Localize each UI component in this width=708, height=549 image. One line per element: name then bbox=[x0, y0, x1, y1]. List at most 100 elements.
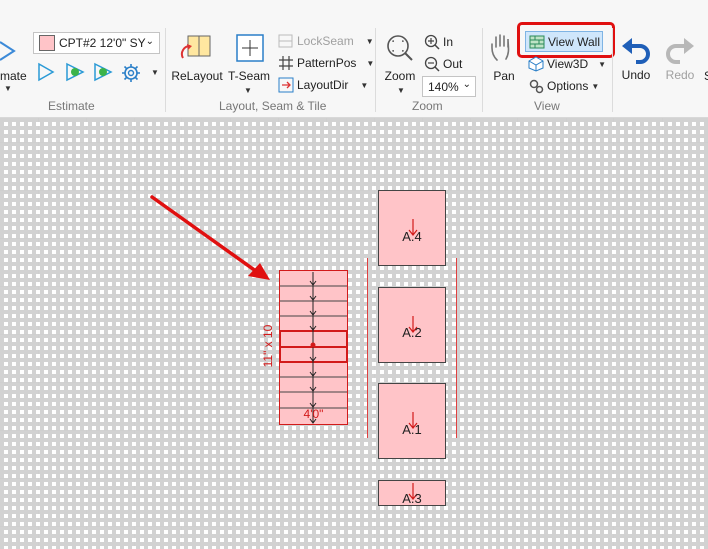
partial-next-label: S bbox=[704, 69, 708, 83]
seam-guide-line bbox=[456, 258, 457, 438]
gear-icon bbox=[122, 64, 140, 82]
piece-label: A.1 bbox=[402, 422, 422, 437]
lockseam-button[interactable]: LockSeam ▼ bbox=[278, 33, 374, 49]
options-gears-icon bbox=[529, 79, 544, 94]
zoom-magnifier-icon bbox=[387, 35, 413, 61]
carpet-selector-value: CPT#2 12'0" SY bbox=[59, 36, 146, 50]
zoom-in-button[interactable]: In bbox=[424, 34, 453, 50]
cube-3d-icon bbox=[528, 56, 544, 72]
grid-line bbox=[0, 142, 708, 143]
drawing-canvas[interactable] bbox=[0, 118, 708, 549]
zoom-button[interactable]: Zoom bbox=[381, 32, 419, 90]
layoutdir-label: LayoutDir bbox=[297, 78, 349, 92]
carpet-selector[interactable]: CPT#2 12'0" SY ⌄ bbox=[33, 32, 160, 54]
grid-line bbox=[0, 478, 708, 479]
options-button[interactable]: Options ▼ bbox=[528, 78, 599, 94]
view3d-button[interactable]: View3D ▼ bbox=[528, 56, 606, 72]
undo-button[interactable]: Undo bbox=[618, 36, 654, 90]
estimate-group-label: Estimate bbox=[48, 99, 95, 113]
piece-label: A.4 bbox=[402, 229, 422, 244]
view3d-label: View3D bbox=[547, 57, 589, 71]
tile-size-label: 11" x 10 bbox=[261, 324, 275, 368]
layout-group-label: Layout, Seam & Tile bbox=[219, 99, 327, 113]
zoom-caret[interactable]: ▼ bbox=[397, 86, 405, 95]
annotation-arrow-icon bbox=[150, 195, 270, 280]
view-wall-button[interactable]: View Wall bbox=[525, 31, 603, 52]
zoom-level-value: 140% bbox=[428, 79, 459, 94]
chevron-down-icon: ⌄ bbox=[462, 79, 471, 90]
play-step-button[interactable] bbox=[92, 62, 114, 82]
tile-width-label: 4'0" bbox=[303, 407, 324, 421]
group-separator bbox=[165, 28, 166, 112]
undo-arrow-icon bbox=[622, 38, 650, 64]
relayout-label: ReLayout bbox=[171, 69, 223, 83]
piece-label: A.2 bbox=[402, 325, 422, 340]
grid-line bbox=[0, 382, 708, 383]
carpet-piece[interactable]: A.1 bbox=[378, 383, 446, 459]
tseam-caret[interactable]: ▼ bbox=[244, 86, 252, 95]
view3d-caret: ▼ bbox=[598, 59, 607, 69]
zoom-in-label: In bbox=[443, 35, 454, 49]
tseam-button[interactable]: T-Seam bbox=[226, 32, 272, 90]
chevron-down-icon: ⌄ bbox=[145, 36, 154, 47]
group-separator bbox=[482, 28, 483, 112]
tile-stack[interactable]: 4'0" bbox=[279, 270, 348, 425]
view-wall-label: View Wall bbox=[548, 34, 601, 49]
carpet-color-swatch bbox=[39, 35, 55, 51]
carpet-piece[interactable]: A.2 bbox=[378, 287, 446, 363]
carpet-piece[interactable]: A.4 bbox=[378, 190, 446, 266]
play-button[interactable] bbox=[36, 62, 56, 82]
pattern-grid-icon bbox=[279, 56, 293, 70]
seam-guide-line bbox=[367, 258, 368, 438]
patternpos-caret: ▼ bbox=[366, 58, 375, 68]
zoom-out-icon bbox=[424, 56, 440, 72]
view-wall-icon bbox=[529, 35, 545, 48]
grid-line bbox=[0, 430, 708, 431]
grid-line bbox=[0, 526, 708, 527]
relayout-button[interactable]: ReLayout bbox=[170, 32, 224, 90]
grid-line bbox=[0, 334, 708, 335]
hand-pan-icon bbox=[491, 34, 510, 61]
grid-line bbox=[0, 286, 708, 287]
lockseam-label: LockSeam bbox=[297, 34, 354, 48]
estimate-button-label[interactable]: mate bbox=[0, 69, 27, 83]
lockseam-caret: ▼ bbox=[365, 36, 374, 46]
tseam-label: T-Seam bbox=[227, 69, 270, 83]
zoom-out-button[interactable]: Out bbox=[424, 56, 462, 72]
estimate-arrow-icon[interactable] bbox=[0, 38, 18, 64]
play-icon bbox=[38, 62, 55, 82]
grid-line bbox=[0, 238, 708, 239]
zoom-out-label: Out bbox=[443, 57, 463, 71]
patternpos-label: PatternPos bbox=[297, 56, 357, 70]
layout-direction-icon bbox=[278, 77, 294, 93]
tile-stack-drawing bbox=[279, 272, 348, 424]
estimate-settings-caret[interactable]: ▼ bbox=[151, 68, 159, 77]
play-forward-button[interactable] bbox=[64, 62, 86, 82]
redo-label: Redo bbox=[665, 68, 695, 82]
estimate-settings-button[interactable] bbox=[120, 62, 142, 84]
estimate-dropdown-caret[interactable]: ▼ bbox=[4, 84, 12, 93]
zoom-group-label: Zoom bbox=[412, 99, 443, 113]
group-separator bbox=[375, 28, 376, 112]
tseam-icon bbox=[236, 34, 264, 62]
lockseam-icon bbox=[278, 34, 293, 48]
patternpos-button[interactable]: PatternPos ▼ bbox=[278, 55, 374, 71]
ribbon-toolbar: mate ▼ CPT#2 12'0" SY ⌄ ▼ Estimate ReLay… bbox=[0, 0, 708, 118]
play-forward-icon bbox=[66, 62, 85, 82]
group-separator bbox=[612, 28, 613, 112]
layoutdir-button[interactable]: LayoutDir ▼ bbox=[278, 77, 368, 93]
undo-label: Undo bbox=[621, 68, 651, 82]
grid-line bbox=[0, 190, 708, 191]
layoutdir-caret: ▼ bbox=[360, 80, 369, 90]
carpet-piece[interactable]: A.3 bbox=[378, 480, 446, 506]
redo-button[interactable]: Redo bbox=[662, 36, 698, 90]
zoom-label: Zoom bbox=[384, 69, 416, 83]
zoom-level-select[interactable]: 140% ⌄ bbox=[422, 76, 476, 97]
relayout-icon bbox=[180, 35, 211, 59]
options-caret: ▼ bbox=[591, 81, 600, 91]
play-step-icon bbox=[94, 62, 113, 82]
piece-label: A.3 bbox=[402, 491, 422, 506]
diamond-arrow-icon bbox=[0, 41, 16, 61]
view-group-label: View bbox=[534, 99, 560, 113]
pan-label: Pan bbox=[493, 69, 515, 83]
